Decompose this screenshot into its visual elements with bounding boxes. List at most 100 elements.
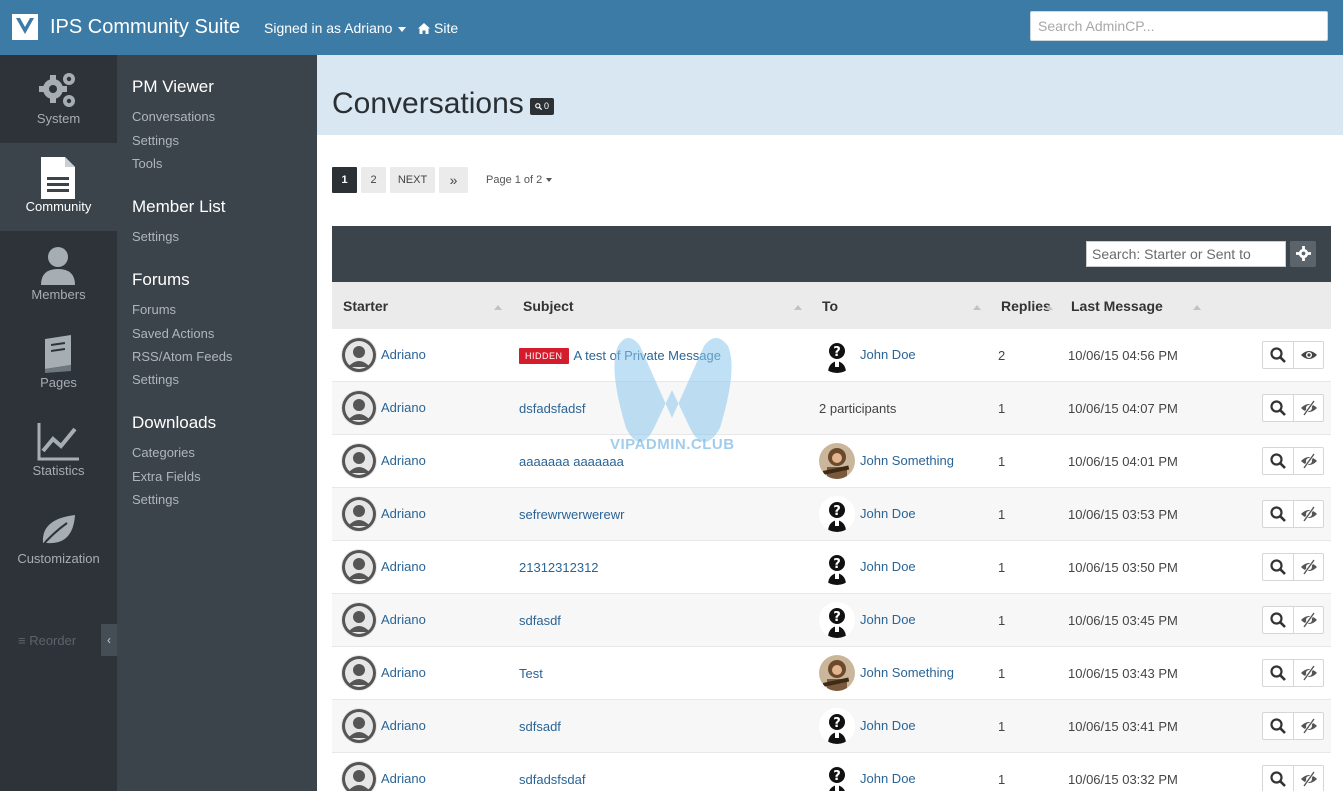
- view-conversation-button[interactable]: [1263, 607, 1294, 633]
- sort-arrow-icon[interactable]: [494, 305, 502, 310]
- sort-arrow-icon[interactable]: [1193, 305, 1201, 310]
- starter-link[interactable]: Adriano: [381, 453, 426, 468]
- admincp-search-input[interactable]: [1030, 11, 1328, 41]
- starter-avatar[interactable]: [341, 761, 377, 791]
- subnav-item-forums[interactable]: Forums: [132, 302, 176, 317]
- recipient-avatar[interactable]: ?: [819, 708, 855, 744]
- starter-avatar[interactable]: [341, 390, 377, 426]
- subject-link[interactable]: A test of Private Message: [574, 348, 721, 363]
- starter-link[interactable]: Adriano: [381, 559, 426, 574]
- subject-link[interactable]: sdfadsfsdaf: [519, 772, 586, 787]
- recipient-avatar[interactable]: ?: [819, 549, 855, 585]
- rail-item-community[interactable]: Community: [0, 143, 117, 231]
- recipient-avatar[interactable]: ?: [819, 761, 855, 791]
- view-conversation-button[interactable]: [1263, 660, 1294, 686]
- subnav-item-forums-settings[interactable]: Settings: [132, 372, 179, 387]
- sort-arrow-icon[interactable]: [794, 305, 802, 310]
- ips-logo-icon[interactable]: [12, 14, 38, 40]
- recipient-link[interactable]: John Doe: [860, 559, 916, 574]
- subnav-item-downloads-settings[interactable]: Settings: [132, 492, 179, 507]
- recipient-link[interactable]: John Doe: [860, 718, 916, 733]
- starter-link[interactable]: Adriano: [381, 506, 426, 521]
- table-settings-button[interactable]: [1290, 241, 1316, 267]
- toggle-visibility-button[interactable]: [1294, 554, 1323, 580]
- subject-link[interactable]: Test: [519, 666, 543, 681]
- view-conversation-button[interactable]: [1263, 342, 1294, 368]
- rail-item-customization[interactable]: Customization: [0, 495, 117, 583]
- sort-arrow-icon[interactable]: [973, 305, 981, 310]
- starter-link[interactable]: Adriano: [381, 665, 426, 680]
- toggle-visibility-button[interactable]: [1294, 713, 1323, 739]
- subject-link[interactable]: 21312312312: [519, 560, 599, 575]
- starter-link[interactable]: Adriano: [381, 718, 426, 733]
- view-conversation-button[interactable]: [1263, 554, 1294, 580]
- starter-avatar[interactable]: [341, 443, 377, 479]
- recipient-link[interactable]: John Something: [860, 453, 954, 468]
- rail-item-statistics[interactable]: Statistics: [0, 407, 117, 495]
- column-header-replies[interactable]: Replies: [1001, 298, 1051, 314]
- rail-item-pages[interactable]: Pages: [0, 319, 117, 407]
- subnav-item-extra-fields[interactable]: Extra Fields: [132, 469, 201, 484]
- view-conversation-button[interactable]: [1263, 501, 1294, 527]
- page-1-button[interactable]: 1: [332, 167, 357, 193]
- recipient-link[interactable]: John Doe: [860, 506, 916, 521]
- starter-avatar[interactable]: [341, 602, 377, 638]
- site-link[interactable]: Site: [418, 20, 458, 36]
- subject-link[interactable]: sefrewrwerwerewr: [519, 507, 624, 522]
- recipient-link[interactable]: John Doe: [860, 771, 916, 786]
- starter-link[interactable]: Adriano: [381, 612, 426, 627]
- starter-link[interactable]: Adriano: [381, 347, 426, 362]
- recipient-avatar[interactable]: ?: [819, 602, 855, 638]
- view-conversation-button[interactable]: [1263, 713, 1294, 739]
- sort-arrow-icon[interactable]: [1045, 305, 1053, 310]
- view-conversation-button[interactable]: [1263, 766, 1294, 791]
- page-jump-dropdown[interactable]: Page 1 of 2: [486, 174, 553, 186]
- toggle-visibility-button[interactable]: [1294, 766, 1323, 791]
- starter-avatar[interactable]: [341, 708, 377, 744]
- recipient-avatar[interactable]: [819, 655, 855, 691]
- page-2-button[interactable]: 2: [361, 167, 386, 193]
- recipient-avatar[interactable]: ?: [819, 337, 855, 373]
- starter-avatar[interactable]: [341, 549, 377, 585]
- toggle-visibility-button[interactable]: [1294, 660, 1323, 686]
- recipient-link[interactable]: John Doe: [860, 347, 916, 362]
- reorder-button[interactable]: ≡ Reorder: [18, 633, 76, 648]
- toggle-visibility-button[interactable]: [1294, 395, 1323, 421]
- recipient-avatar[interactable]: ?: [819, 496, 855, 532]
- subnav-item-saved-actions[interactable]: Saved Actions: [132, 326, 214, 341]
- starter-avatar[interactable]: [341, 655, 377, 691]
- last-page-button[interactable]: »: [439, 167, 468, 193]
- recipient-link[interactable]: John Doe: [860, 612, 916, 627]
- column-header-to[interactable]: To: [822, 298, 838, 314]
- starter-link[interactable]: Adriano: [381, 771, 426, 786]
- view-conversation-button[interactable]: [1263, 395, 1294, 421]
- toggle-visibility-button[interactable]: [1294, 448, 1323, 474]
- column-header-last-message[interactable]: Last Message: [1071, 298, 1163, 314]
- subject-link[interactable]: sdfasdf: [519, 613, 561, 628]
- rail-item-members[interactable]: Members: [0, 231, 117, 319]
- view-conversation-button[interactable]: [1263, 448, 1294, 474]
- recipient-link[interactable]: John Something: [860, 665, 954, 680]
- subnav-item-rss-feeds[interactable]: RSS/Atom Feeds: [132, 349, 232, 364]
- signed-in-menu[interactable]: Signed in as Adriano: [264, 20, 407, 36]
- subject-link[interactable]: dsfadsfadsf: [519, 401, 586, 416]
- column-header-subject[interactable]: Subject: [523, 298, 574, 314]
- subject-link[interactable]: aaaaaaa aaaaaaa: [519, 454, 624, 469]
- column-header-starter[interactable]: Starter: [343, 298, 388, 314]
- starter-avatar[interactable]: [341, 496, 377, 532]
- subject-link[interactable]: sdfsadf: [519, 719, 561, 734]
- collapse-menu-button[interactable]: ‹: [101, 624, 117, 656]
- subnav-item-conversations[interactable]: Conversations: [132, 109, 215, 124]
- recipient-avatar[interactable]: [819, 443, 855, 479]
- toggle-visibility-button[interactable]: [1294, 342, 1323, 368]
- subnav-item-member-list-settings[interactable]: Settings: [132, 229, 179, 244]
- brand-title[interactable]: IPS Community Suite: [50, 16, 240, 39]
- starter-link[interactable]: Adriano: [381, 400, 426, 415]
- subnav-item-categories[interactable]: Categories: [132, 445, 195, 460]
- rail-item-system[interactable]: System: [0, 55, 117, 143]
- table-search-input[interactable]: [1086, 241, 1286, 267]
- toggle-visibility-button[interactable]: [1294, 501, 1323, 527]
- toggle-visibility-button[interactable]: [1294, 607, 1323, 633]
- subnav-item-pm-settings[interactable]: Settings: [132, 133, 179, 148]
- subnav-item-tools[interactable]: Tools: [132, 156, 162, 171]
